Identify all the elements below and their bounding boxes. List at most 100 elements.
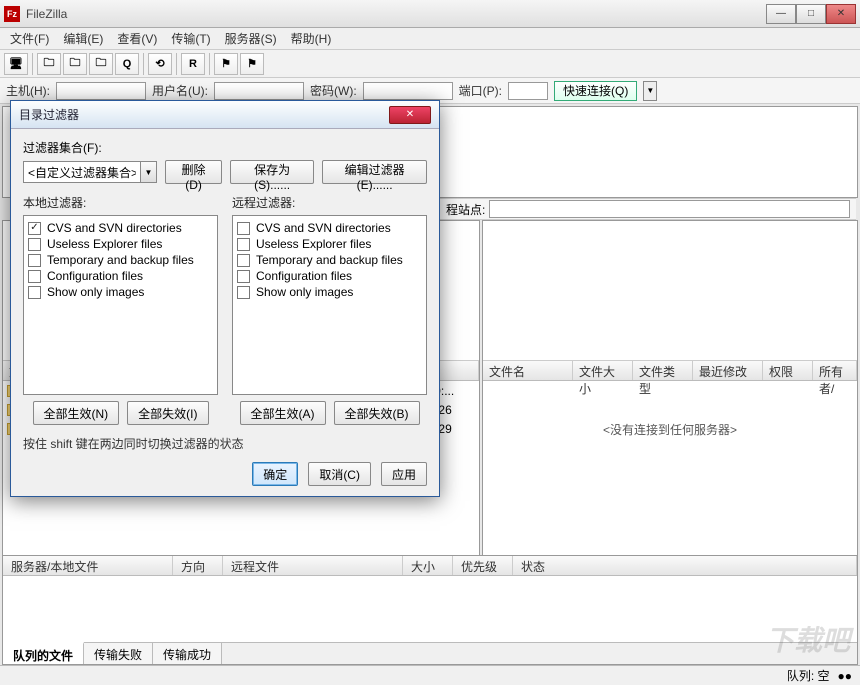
checkbox[interactable] <box>237 286 250 299</box>
checkbox[interactable] <box>28 254 41 267</box>
pass-label: 密码(W): <box>310 82 357 99</box>
local-enable-all-button[interactable]: 全部生效(N) <box>33 401 120 425</box>
checkbox[interactable] <box>28 222 41 235</box>
window-title: FileZilla <box>26 7 766 21</box>
col-owner[interactable]: 所有者/ <box>813 361 857 380</box>
transfer-queue: 服务器/本地文件 方向 远程文件 大小 优先级 状态 队列的文件 传输失败 传输… <box>2 555 858 665</box>
checkbox[interactable] <box>28 238 41 251</box>
port-label: 端口(P): <box>459 82 502 99</box>
dialog-close-button[interactable]: ✕ <box>389 106 431 124</box>
filter-set-input[interactable] <box>23 161 141 183</box>
maximize-button[interactable]: □ <box>796 4 826 24</box>
process-queue-button[interactable]: R <box>181 53 205 75</box>
quickconnect-history-dropdown[interactable]: ▼ <box>643 81 657 101</box>
filter-label: Useless Explorer files <box>47 237 162 251</box>
close-button[interactable]: ✕ <box>826 4 856 24</box>
col-modified[interactable]: 最近修改 <box>693 361 763 380</box>
filter-item[interactable]: Configuration files <box>28 268 213 284</box>
filter-item[interactable]: CVS and SVN directories <box>237 220 422 236</box>
remote-empty-message: <没有连接到任何服务器> <box>483 421 857 438</box>
remote-filters-list[interactable]: CVS and SVN directories Useless Explorer… <box>232 215 427 395</box>
qcol-priority[interactable]: 优先级 <box>453 556 513 575</box>
menu-view[interactable]: 查看(V) <box>111 28 163 49</box>
queue-tabs: 队列的文件 传输失败 传输成功 <box>3 642 857 664</box>
filter-item[interactable]: Show only images <box>28 284 213 300</box>
menu-bar: 文件(F) 编辑(E) 查看(V) 传输(T) 服务器(S) 帮助(H) <box>0 28 860 50</box>
remote-site-label: 程站点: <box>446 201 485 218</box>
minimize-button[interactable]: — <box>766 4 796 24</box>
checkbox[interactable] <box>237 270 250 283</box>
remote-site-row: 程站点: <box>440 198 856 220</box>
filter-item[interactable]: CVS and SVN directories <box>28 220 213 236</box>
tab-failed[interactable]: 传输失败 <box>84 643 153 664</box>
toolbar-separator <box>209 53 210 75</box>
disconnect-button[interactable]: ⚑ <box>240 53 264 75</box>
menu-transfer[interactable]: 传输(T) <box>165 28 216 49</box>
apply-button[interactable]: 应用 <box>381 462 427 486</box>
remote-site-input[interactable] <box>489 200 850 218</box>
username-input[interactable] <box>214 82 304 100</box>
checkbox[interactable] <box>237 254 250 267</box>
save-as-button[interactable]: 保存为(S)...... <box>230 160 314 184</box>
filter-set-label: 过滤器集合(F): <box>23 139 427 156</box>
quickconnect-button[interactable]: 快速连接(Q) <box>554 81 637 101</box>
dialog-titlebar[interactable]: 目录过滤器 ✕ <box>11 101 439 129</box>
qcol-remote[interactable]: 远程文件 <box>223 556 403 575</box>
queue-list[interactable] <box>3 576 857 642</box>
col-filetype[interactable]: 文件类型 <box>633 361 693 380</box>
refresh-button[interactable]: ⟲ <box>148 53 172 75</box>
window-titlebar: Fz FileZilla — □ ✕ <box>0 0 860 28</box>
qcol-size[interactable]: 大小 <box>403 556 453 575</box>
qcol-direction[interactable]: 方向 <box>173 556 223 575</box>
queue-status-label: 队列: 空 <box>787 667 830 684</box>
edit-filters-button[interactable]: 编辑过滤器(E)...... <box>322 160 427 184</box>
remote-disable-all-button[interactable]: 全部失效(B) <box>334 401 420 425</box>
filter-item[interactable]: Configuration files <box>237 268 422 284</box>
menu-server[interactable]: 服务器(S) <box>219 28 283 49</box>
toolbar-separator <box>176 53 177 75</box>
remote-tree[interactable] <box>483 221 857 361</box>
checkbox[interactable] <box>28 270 41 283</box>
filter-item[interactable]: Temporary and backup files <box>237 252 422 268</box>
tab-queued[interactable]: 队列的文件 <box>3 642 84 664</box>
remote-enable-all-button[interactable]: 全部生效(A) <box>240 401 326 425</box>
toggle-tree-remote-button[interactable]: 🗀 <box>63 53 87 75</box>
menu-help[interactable]: 帮助(H) <box>285 28 338 49</box>
filter-label: Temporary and backup files <box>47 253 194 267</box>
col-filesize[interactable]: 文件大小 <box>573 361 633 380</box>
cancel-dialog-button[interactable]: 取消(C) <box>308 462 371 486</box>
host-label: 主机(H): <box>6 82 50 99</box>
cancel-button[interactable]: ⚑ <box>214 53 238 75</box>
filter-label: Show only images <box>47 285 144 299</box>
toggle-tree-local-button[interactable]: 🗀 <box>37 53 61 75</box>
toggle-log-button[interactable]: Q <box>115 53 139 75</box>
checkbox[interactable] <box>237 238 250 251</box>
port-input[interactable] <box>508 82 548 100</box>
filter-item[interactable]: Show only images <box>237 284 422 300</box>
app-logo-icon: Fz <box>4 6 20 22</box>
sitemanager-button[interactable]: 🖥 <box>4 53 28 75</box>
host-input[interactable] <box>56 82 146 100</box>
filter-item[interactable]: Temporary and backup files <box>28 252 213 268</box>
filter-dialog: 目录过滤器 ✕ 过滤器集合(F): ▼ 删除(D) 保存为(S)...... 编… <box>10 100 440 497</box>
local-filters-list[interactable]: CVS and SVN directories Useless Explorer… <box>23 215 218 395</box>
checkbox[interactable] <box>28 286 41 299</box>
col-filename[interactable]: 文件名 <box>483 361 573 380</box>
queue-header: 服务器/本地文件 方向 远程文件 大小 优先级 状态 <box>3 556 857 576</box>
qcol-status[interactable]: 状态 <box>513 556 857 575</box>
qcol-server[interactable]: 服务器/本地文件 <box>3 556 173 575</box>
local-disable-all-button[interactable]: 全部失效(I) <box>127 401 208 425</box>
col-permissions[interactable]: 权限 <box>763 361 813 380</box>
chevron-down-icon[interactable]: ▼ <box>141 161 157 183</box>
filter-item[interactable]: Useless Explorer files <box>237 236 422 252</box>
filter-set-combo[interactable]: ▼ <box>23 161 157 183</box>
tab-success[interactable]: 传输成功 <box>153 643 222 664</box>
password-input[interactable] <box>363 82 453 100</box>
toggle-queue-button[interactable]: 🗀 <box>89 53 113 75</box>
menu-file[interactable]: 文件(F) <box>4 28 55 49</box>
filter-item[interactable]: Useless Explorer files <box>28 236 213 252</box>
menu-edit[interactable]: 编辑(E) <box>57 28 109 49</box>
checkbox[interactable] <box>237 222 250 235</box>
ok-button[interactable]: 确定 <box>252 462 298 486</box>
delete-set-button[interactable]: 删除(D) <box>165 160 222 184</box>
